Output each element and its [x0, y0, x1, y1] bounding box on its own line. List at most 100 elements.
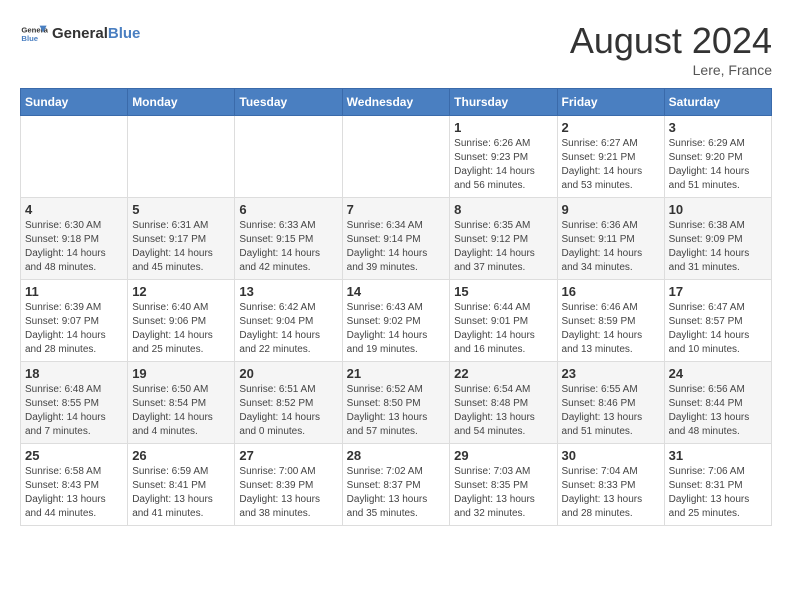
- day-of-week-monday: Monday: [128, 89, 235, 116]
- day-number: 3: [669, 120, 767, 135]
- day-number: 7: [347, 202, 446, 217]
- day-of-week-tuesday: Tuesday: [235, 89, 342, 116]
- day-number: 8: [454, 202, 552, 217]
- calendar-cell: 25 Sunrise: 6:58 AM Sunset: 8:43 PM Dayli…: [21, 444, 128, 526]
- calendar-cell: 23 Sunrise: 6:55 AM Sunset: 8:46 PM Dayli…: [557, 362, 664, 444]
- calendar-cell: 12 Sunrise: 6:40 AM Sunset: 9:06 PM Dayli…: [128, 280, 235, 362]
- day-info: Sunrise: 6:39 AM Sunset: 9:07 PM Dayligh…: [25, 301, 123, 357]
- day-of-week-saturday: Saturday: [664, 89, 771, 116]
- day-info: Sunrise: 6:33 AM Sunset: 9:15 PM Dayligh…: [239, 219, 337, 275]
- calendar-cell: 2Sunrise: 6:27 AM Sunset: 9:21 PM Daylig…: [557, 116, 664, 198]
- day-of-week-thursday: Thursday: [450, 89, 557, 116]
- calendar-cell: [21, 116, 128, 198]
- day-number: 16: [562, 284, 660, 299]
- day-info: Sunrise: 6:58 AM Sunset: 8:43 PM Dayligh…: [25, 465, 123, 521]
- title-block: August 2024 Lere, France: [570, 20, 772, 78]
- day-number: 23: [562, 366, 660, 381]
- calendar-cell: [342, 116, 450, 198]
- calendar-cell: 8 Sunrise: 6:35 AM Sunset: 9:12 PM Daylig…: [450, 198, 557, 280]
- calendar-cell: 11 Sunrise: 6:39 AM Sunset: 9:07 PM Dayli…: [21, 280, 128, 362]
- day-number: 2: [562, 120, 660, 135]
- day-number: 9: [562, 202, 660, 217]
- day-info: Sunrise: 6:43 AM Sunset: 9:02 PM Dayligh…: [347, 301, 446, 357]
- week-row-1: 1Sunrise: 6:26 AM Sunset: 9:23 PM Daylig…: [21, 116, 772, 198]
- day-number: 15: [454, 284, 552, 299]
- day-number: 10: [669, 202, 767, 217]
- calendar-cell: 14 Sunrise: 6:43 AM Sunset: 9:02 PM Dayli…: [342, 280, 450, 362]
- calendar-cell: 26Sunrise: 6:59 AM Sunset: 8:41 PM Dayli…: [128, 444, 235, 526]
- day-number: 28: [347, 448, 446, 463]
- calendar-cell: 9 Sunrise: 6:36 AM Sunset: 9:11 PM Daylig…: [557, 198, 664, 280]
- week-row-3: 11 Sunrise: 6:39 AM Sunset: 9:07 PM Dayli…: [21, 280, 772, 362]
- calendar-cell: 16Sunrise: 6:46 AM Sunset: 8:59 PM Dayli…: [557, 280, 664, 362]
- day-number: 14: [347, 284, 446, 299]
- day-number: 1: [454, 120, 552, 135]
- day-number: 30: [562, 448, 660, 463]
- calendar-cell: 20Sunrise: 6:51 AM Sunset: 8:52 PM Dayli…: [235, 362, 342, 444]
- day-info: Sunrise: 6:36 AM Sunset: 9:11 PM Dayligh…: [562, 219, 660, 275]
- day-info: Sunrise: 6:55 AM Sunset: 8:46 PM Dayligh…: [562, 383, 660, 439]
- day-of-week-friday: Friday: [557, 89, 664, 116]
- calendar-cell: 21Sunrise: 6:52 AM Sunset: 8:50 PM Dayli…: [342, 362, 450, 444]
- calendar-cell: 28 Sunrise: 7:02 AM Sunset: 8:37 PM Dayli…: [342, 444, 450, 526]
- day-info: Sunrise: 6:42 AM Sunset: 9:04 PM Dayligh…: [239, 301, 337, 357]
- calendar-cell: 13Sunrise: 6:42 AM Sunset: 9:04 PM Dayli…: [235, 280, 342, 362]
- calendar-cell: 7 Sunrise: 6:34 AM Sunset: 9:14 PM Daylig…: [342, 198, 450, 280]
- day-number: 31: [669, 448, 767, 463]
- day-number: 5: [132, 202, 230, 217]
- day-of-week-wednesday: Wednesday: [342, 89, 450, 116]
- calendar-cell: 3 Sunrise: 6:29 AM Sunset: 9:20 PM Daylig…: [664, 116, 771, 198]
- day-info: Sunrise: 6:56 AM Sunset: 8:44 PM Dayligh…: [669, 383, 767, 439]
- day-info: Sunrise: 6:31 AM Sunset: 9:17 PM Dayligh…: [132, 219, 230, 275]
- day-info: Sunrise: 6:29 AM Sunset: 9:20 PM Dayligh…: [669, 137, 767, 193]
- calendar-cell: 22Sunrise: 6:54 AM Sunset: 8:48 PM Dayli…: [450, 362, 557, 444]
- day-info: Sunrise: 7:00 AM Sunset: 8:39 PM Dayligh…: [239, 465, 337, 521]
- logo-general: General: [52, 25, 108, 42]
- day-info: Sunrise: 6:40 AM Sunset: 9:06 PM Dayligh…: [132, 301, 230, 357]
- calendar-cell: 15 Sunrise: 6:44 AM Sunset: 9:01 PM Dayli…: [450, 280, 557, 362]
- day-number: 11: [25, 284, 123, 299]
- day-number: 26: [132, 448, 230, 463]
- week-row-5: 25 Sunrise: 6:58 AM Sunset: 8:43 PM Dayli…: [21, 444, 772, 526]
- calendar-cell: 18 Sunrise: 6:48 AM Sunset: 8:55 PM Dayli…: [21, 362, 128, 444]
- day-info: Sunrise: 6:35 AM Sunset: 9:12 PM Dayligh…: [454, 219, 552, 275]
- day-info: Sunrise: 6:34 AM Sunset: 9:14 PM Dayligh…: [347, 219, 446, 275]
- day-info: Sunrise: 7:06 AM Sunset: 8:31 PM Dayligh…: [669, 465, 767, 521]
- calendar-cell: 17 Sunrise: 6:47 AM Sunset: 8:57 PM Dayli…: [664, 280, 771, 362]
- calendar-cell: 30 Sunrise: 7:04 AM Sunset: 8:33 PM Dayli…: [557, 444, 664, 526]
- week-row-2: 4Sunrise: 6:30 AM Sunset: 9:18 PM Daylig…: [21, 198, 772, 280]
- day-number: 17: [669, 284, 767, 299]
- day-info: Sunrise: 6:44 AM Sunset: 9:01 PM Dayligh…: [454, 301, 552, 357]
- calendar-cell: 10Sunrise: 6:38 AM Sunset: 9:09 PM Dayli…: [664, 198, 771, 280]
- day-of-week-sunday: Sunday: [21, 89, 128, 116]
- week-row-4: 18 Sunrise: 6:48 AM Sunset: 8:55 PM Dayli…: [21, 362, 772, 444]
- day-number: 19: [132, 366, 230, 381]
- logo-icon: General Blue: [20, 20, 48, 48]
- calendar-cell: 1Sunrise: 6:26 AM Sunset: 9:23 PM Daylig…: [450, 116, 557, 198]
- day-number: 12: [132, 284, 230, 299]
- day-info: Sunrise: 6:54 AM Sunset: 8:48 PM Dayligh…: [454, 383, 552, 439]
- day-info: Sunrise: 6:47 AM Sunset: 8:57 PM Dayligh…: [669, 301, 767, 357]
- day-info: Sunrise: 7:03 AM Sunset: 8:35 PM Dayligh…: [454, 465, 552, 521]
- calendar-cell: [235, 116, 342, 198]
- day-number: 25: [25, 448, 123, 463]
- month-year: August 2024: [570, 20, 772, 62]
- day-info: Sunrise: 6:50 AM Sunset: 8:54 PM Dayligh…: [132, 383, 230, 439]
- calendar-cell: 29 Sunrise: 7:03 AM Sunset: 8:35 PM Dayli…: [450, 444, 557, 526]
- day-info: Sunrise: 6:52 AM Sunset: 8:50 PM Dayligh…: [347, 383, 446, 439]
- calendar-cell: 31 Sunrise: 7:06 AM Sunset: 8:31 PM Dayli…: [664, 444, 771, 526]
- calendar-cell: 24Sunrise: 6:56 AM Sunset: 8:44 PM Dayli…: [664, 362, 771, 444]
- logo-blue: Blue: [108, 25, 141, 42]
- day-info: Sunrise: 7:02 AM Sunset: 8:37 PM Dayligh…: [347, 465, 446, 521]
- calendar-cell: 27Sunrise: 7:00 AM Sunset: 8:39 PM Dayli…: [235, 444, 342, 526]
- day-number: 20: [239, 366, 337, 381]
- calendar-cell: 4Sunrise: 6:30 AM Sunset: 9:18 PM Daylig…: [21, 198, 128, 280]
- day-info: Sunrise: 6:48 AM Sunset: 8:55 PM Dayligh…: [25, 383, 123, 439]
- day-number: 18: [25, 366, 123, 381]
- day-info: Sunrise: 7:04 AM Sunset: 8:33 PM Dayligh…: [562, 465, 660, 521]
- logo: General Blue GeneralBlue: [20, 20, 140, 48]
- day-number: 29: [454, 448, 552, 463]
- svg-text:Blue: Blue: [21, 34, 38, 43]
- header-row: SundayMondayTuesdayWednesdayThursdayFrid…: [21, 89, 772, 116]
- calendar-cell: 19 Sunrise: 6:50 AM Sunset: 8:54 PM Dayli…: [128, 362, 235, 444]
